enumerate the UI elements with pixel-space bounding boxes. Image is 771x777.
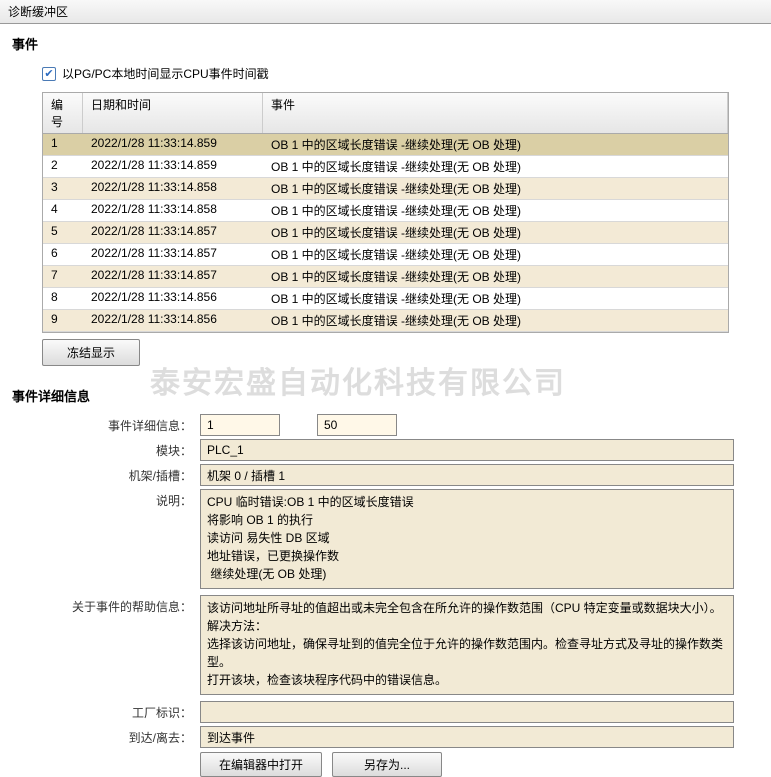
- cell-idx: 9: [43, 310, 83, 331]
- table-row[interactable]: 32022/1/28 11:33:14.858OB 1 中的区域长度错误 -继续…: [43, 178, 728, 200]
- cell-idx: 7: [43, 266, 83, 287]
- cell-time: 2022/1/28 11:33:14.856: [83, 310, 263, 331]
- cell-time: 2022/1/28 11:33:14.859: [83, 134, 263, 155]
- cell-event: OB 1 中的区域长度错误 -继续处理(无 OB 处理): [263, 222, 728, 243]
- cell-idx: 2: [43, 156, 83, 177]
- cell-idx: 8: [43, 288, 83, 309]
- save-as-button[interactable]: 另存为...: [332, 752, 442, 777]
- col-header-idx[interactable]: 编号: [43, 93, 83, 133]
- window-title: 诊断缓冲区: [0, 0, 771, 24]
- cell-event: OB 1 中的区域长度错误 -继续处理(无 OB 处理): [263, 244, 728, 265]
- help-textarea[interactable]: [200, 595, 734, 695]
- cell-event: OB 1 中的区域长度错误 -继续处理(无 OB 处理): [263, 156, 728, 177]
- cell-time: 2022/1/28 11:33:14.858: [83, 200, 263, 221]
- cell-time: 2022/1/28 11:33:14.857: [83, 266, 263, 287]
- table-row[interactable]: 22022/1/28 11:33:14.859OB 1 中的区域长度错误 -继续…: [43, 156, 728, 178]
- cell-idx: 5: [43, 222, 83, 243]
- arrive-input[interactable]: [200, 726, 734, 748]
- details-header: 事件详细信息: [0, 376, 771, 411]
- cell-event: OB 1 中的区域长度错误 -继续处理(无 OB 处理): [263, 200, 728, 221]
- table-row[interactable]: 82022/1/28 11:33:14.856OB 1 中的区域长度错误 -继续…: [43, 288, 728, 310]
- cell-event: OB 1 中的区域长度错误 -继续处理(无 OB 处理): [263, 178, 728, 199]
- label-description: 说明：: [12, 489, 200, 592]
- cell-idx: 4: [43, 200, 83, 221]
- cell-time: 2022/1/28 11:33:14.857: [83, 222, 263, 243]
- description-textarea[interactable]: [200, 489, 734, 589]
- events-header: 事件: [0, 24, 771, 59]
- table-row[interactable]: 42022/1/28 11:33:14.858OB 1 中的区域长度错误 -继续…: [43, 200, 728, 222]
- event-info-b-input[interactable]: [317, 414, 397, 436]
- cell-event: OB 1 中的区域长度错误 -继续处理(无 OB 处理): [263, 266, 728, 287]
- label-help: 关于事件的帮助信息：: [12, 595, 200, 698]
- pg-pc-time-checkbox[interactable]: ✔: [42, 67, 56, 81]
- cell-event: OB 1 中的区域长度错误 -继续处理(无 OB 处理): [263, 310, 728, 331]
- open-in-editor-button[interactable]: 在编辑器中打开: [200, 752, 322, 777]
- event-info-a-input[interactable]: [200, 414, 280, 436]
- label-event-info: 事件详细信息：: [12, 414, 200, 436]
- label-arrive: 到达/离去：: [12, 726, 200, 748]
- table-row[interactable]: 62022/1/28 11:33:14.857OB 1 中的区域长度错误 -继续…: [43, 244, 728, 266]
- cell-time: 2022/1/28 11:33:14.859: [83, 156, 263, 177]
- module-input[interactable]: [200, 439, 734, 461]
- cell-time: 2022/1/28 11:33:14.858: [83, 178, 263, 199]
- cell-time: 2022/1/28 11:33:14.856: [83, 288, 263, 309]
- pg-pc-time-label: 以PG/PC本地时间显示CPU事件时间戳: [62, 65, 269, 82]
- cell-idx: 1: [43, 134, 83, 155]
- rack-input[interactable]: [200, 464, 734, 486]
- col-header-time[interactable]: 日期和时间: [83, 93, 263, 133]
- label-module: 模块：: [12, 439, 200, 461]
- label-factory: 工厂标识：: [12, 701, 200, 723]
- events-table: 编号 日期和时间 事件 12022/1/28 11:33:14.859OB 1 …: [42, 92, 729, 333]
- factory-input[interactable]: [200, 701, 734, 723]
- freeze-display-button[interactable]: 冻结显示: [42, 339, 140, 366]
- cell-event: OB 1 中的区域长度错误 -继续处理(无 OB 处理): [263, 134, 728, 155]
- cell-idx: 3: [43, 178, 83, 199]
- table-header: 编号 日期和时间 事件: [43, 93, 728, 134]
- table-row[interactable]: 92022/1/28 11:33:14.856OB 1 中的区域长度错误 -继续…: [43, 310, 728, 332]
- col-header-event[interactable]: 事件: [263, 93, 728, 133]
- cell-idx: 6: [43, 244, 83, 265]
- table-row[interactable]: 52022/1/28 11:33:14.857OB 1 中的区域长度错误 -继续…: [43, 222, 728, 244]
- table-row[interactable]: 12022/1/28 11:33:14.859OB 1 中的区域长度错误 -继续…: [43, 134, 728, 156]
- table-row[interactable]: 72022/1/28 11:33:14.857OB 1 中的区域长度错误 -继续…: [43, 266, 728, 288]
- label-rack: 机架/插槽：: [12, 464, 200, 486]
- cell-time: 2022/1/28 11:33:14.857: [83, 244, 263, 265]
- cell-event: OB 1 中的区域长度错误 -继续处理(无 OB 处理): [263, 288, 728, 309]
